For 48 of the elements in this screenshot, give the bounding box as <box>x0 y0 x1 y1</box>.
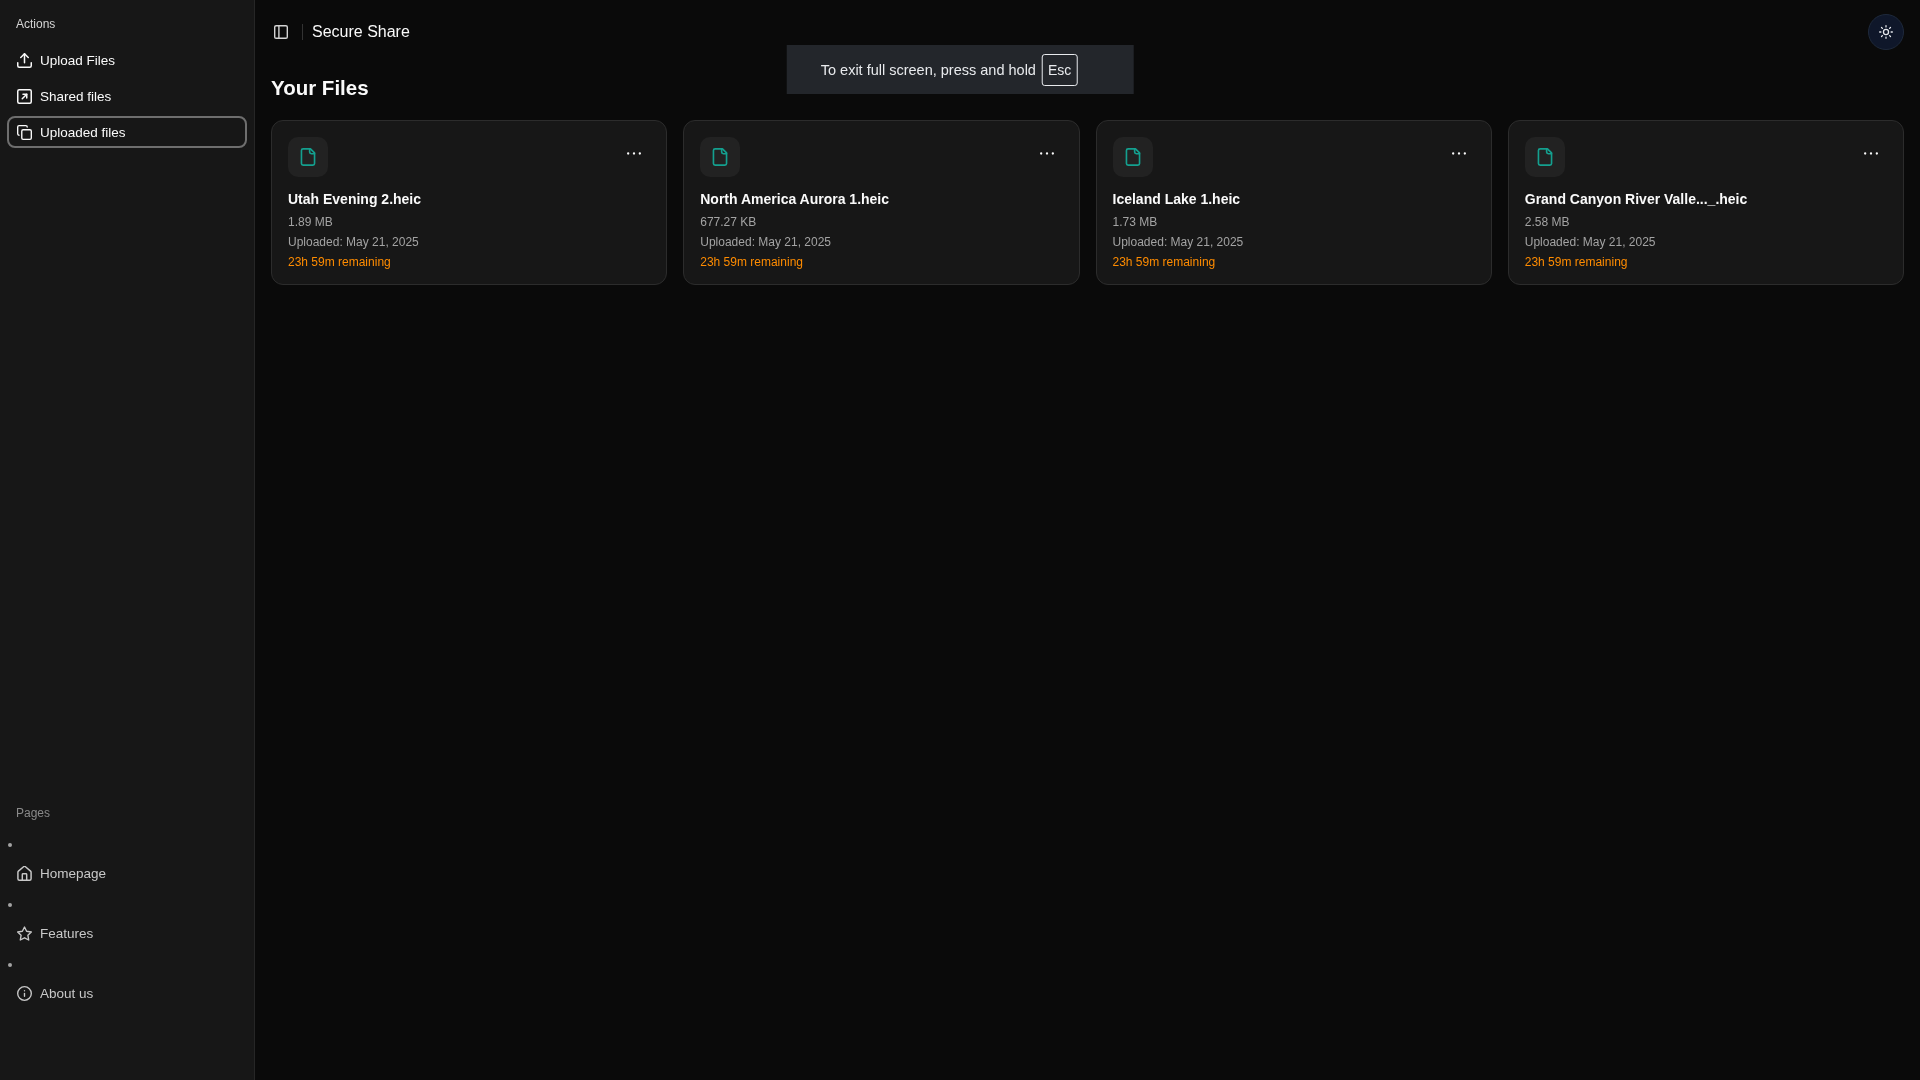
upload-date: Uploaded: May 21, 2025 <box>1524 234 1656 251</box>
file-size: 1.73 MB <box>1112 214 1158 231</box>
sidebar-group-label: Actions <box>15 16 57 33</box>
info-icon <box>17 985 32 1001</box>
page-heading: Your Files <box>271 75 369 101</box>
sidebar-item[interactable]: Shared files <box>7 80 247 112</box>
upload-icon <box>17 52 32 68</box>
external-link-icon <box>17 88 32 104</box>
more-icon <box>627 151 642 155</box>
bullet-icon <box>8 903 12 907</box>
file-icon <box>1112 137 1153 177</box>
upload-date: Uploaded: May 21, 2025 <box>1112 234 1244 251</box>
bullet-icon <box>8 963 12 967</box>
file-size: 1.89 MB <box>288 214 333 231</box>
sun-icon <box>1879 25 1893 39</box>
file-size: 2.58 MB <box>1524 214 1570 231</box>
time-remaining: 23h 59m remaining <box>1524 254 1628 271</box>
file-name: North America Aurora 1.heic <box>700 190 890 209</box>
file-icon <box>700 137 741 177</box>
more-icon <box>1864 151 1878 155</box>
file-icon <box>1524 137 1565 177</box>
upload-date: Uploaded: May 21, 2025 <box>288 234 419 251</box>
more-icon <box>1039 151 1054 155</box>
sidebar-item[interactable]: Features <box>7 917 247 949</box>
upload-date: Uploaded: May 21, 2025 <box>700 234 831 251</box>
notice-message: To exit full screen, press and hold <box>820 61 1036 78</box>
sidebar-item[interactable]: Homepage <box>7 857 247 889</box>
file-name: Iceland Lake 1.heic <box>1112 190 1241 209</box>
file-size: 677.27 KB <box>700 214 757 231</box>
sidebar-toggle-button[interactable] <box>271 22 291 42</box>
sidebar-item[interactable]: Upload Files <box>7 44 247 76</box>
app-title: Secure Share <box>312 23 410 41</box>
home-icon <box>17 865 32 881</box>
sidebar-item[interactable]: Uploaded files <box>7 116 247 148</box>
time-remaining: 23h 59m remaining <box>700 254 803 271</box>
sidebar-item[interactable]: About us <box>7 977 247 1009</box>
panel-icon <box>274 25 288 39</box>
time-remaining: 23h 59m remaining <box>1112 254 1216 271</box>
copy-icon <box>17 124 32 140</box>
sidebar-group-label: Pages <box>15 805 52 822</box>
time-remaining: 23h 59m remaining <box>288 254 391 271</box>
more-icon <box>1451 151 1466 155</box>
bullet-icon <box>8 843 12 847</box>
file-icon <box>288 137 328 177</box>
theme-toggle-button[interactable] <box>1868 14 1904 50</box>
star-icon <box>17 925 32 941</box>
file-name: Grand Canyon River Valle..._.heic <box>1524 190 1748 209</box>
file-name: Utah Evening 2.heic <box>288 190 422 209</box>
